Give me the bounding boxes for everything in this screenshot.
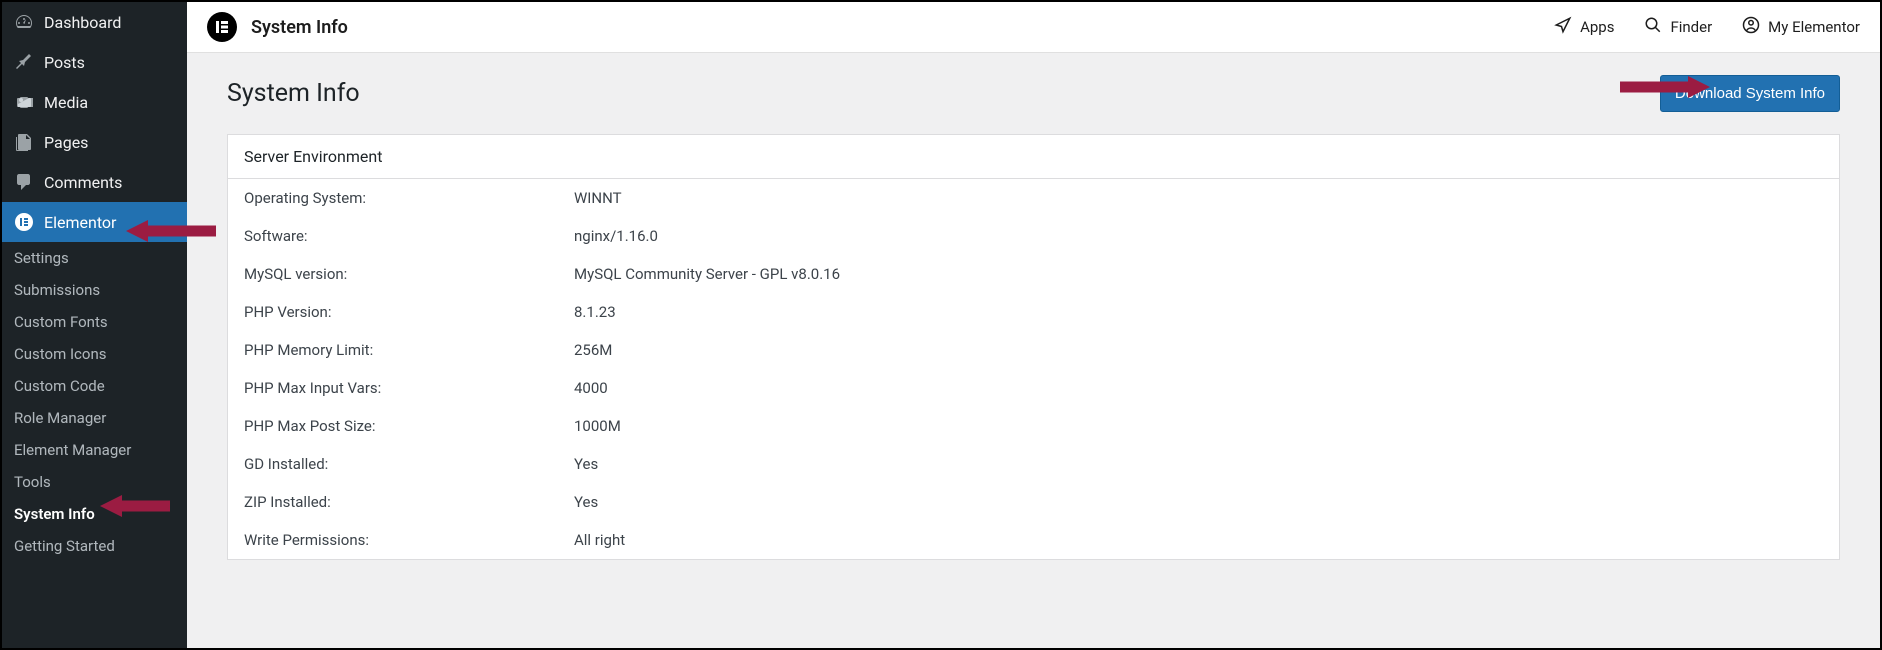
info-label: Software: xyxy=(244,227,574,245)
info-label: GD Installed: xyxy=(244,455,574,473)
sidebar-item-media[interactable]: Media xyxy=(2,82,187,122)
info-value: Yes xyxy=(574,455,598,473)
sidebar-sub-submissions[interactable]: Submissions xyxy=(2,274,187,306)
info-value: 8.1.23 xyxy=(574,303,616,321)
info-row: PHP Version:8.1.23 xyxy=(228,293,1839,331)
sidebar-sub-system-info[interactable]: System Info xyxy=(2,498,187,530)
topbar-link-label: Apps xyxy=(1580,18,1614,36)
page-title: System Info xyxy=(227,79,360,108)
main-area: System Info Apps Finder xyxy=(187,2,1880,648)
info-row: Write Permissions:All right xyxy=(228,521,1839,559)
topbar-left: System Info xyxy=(207,12,348,42)
info-row: MySQL version:MySQL Community Server - G… xyxy=(228,255,1839,293)
download-system-info-button[interactable]: Download System Info xyxy=(1660,75,1840,112)
comment-icon xyxy=(14,172,34,192)
panel-title: Server Environment xyxy=(228,135,1839,179)
info-row: PHP Max Post Size:1000M xyxy=(228,407,1839,445)
sidebar-sub-element-manager[interactable]: Element Manager xyxy=(2,434,187,466)
info-label: PHP Max Post Size: xyxy=(244,417,574,435)
info-row: GD Installed:Yes xyxy=(228,445,1839,483)
elementor-icon xyxy=(14,212,34,232)
info-row: Operating System:WINNT xyxy=(228,179,1839,217)
apps-icon xyxy=(1554,16,1572,38)
info-value: 1000M xyxy=(574,417,621,435)
sidebar-sub-role-manager[interactable]: Role Manager xyxy=(2,402,187,434)
sidebar-sub-getting-started[interactable]: Getting Started xyxy=(2,530,187,562)
topbar-right: Apps Finder My Elementor xyxy=(1554,16,1860,38)
sidebar-sub-custom-fonts[interactable]: Custom Fonts xyxy=(2,306,187,338)
info-value: WINNT xyxy=(574,189,622,207)
info-label: Write Permissions: xyxy=(244,531,574,549)
elementor-logo-icon xyxy=(207,12,237,42)
pages-icon xyxy=(14,132,34,152)
info-label: PHP Max Input Vars: xyxy=(244,379,574,397)
content: System Info Download System Info Server … xyxy=(187,53,1880,648)
search-icon xyxy=(1644,16,1662,38)
sidebar-item-label: Dashboard xyxy=(44,13,121,32)
sidebar-item-elementor[interactable]: Elementor xyxy=(2,202,187,242)
topbar-link-finder[interactable]: Finder xyxy=(1644,16,1712,38)
pin-icon xyxy=(14,52,34,72)
topbar-link-apps[interactable]: Apps xyxy=(1554,16,1614,38)
info-value: 256M xyxy=(574,341,612,359)
sidebar-item-dashboard[interactable]: Dashboard xyxy=(2,2,187,42)
media-icon xyxy=(14,92,34,112)
topbar-link-label: Finder xyxy=(1670,18,1712,36)
sidebar-item-label: Media xyxy=(44,93,88,112)
topbar-link-my-elementor[interactable]: My Elementor xyxy=(1742,16,1860,38)
info-label: PHP Version: xyxy=(244,303,574,321)
sidebar-item-posts[interactable]: Posts xyxy=(2,42,187,82)
topbar-link-label: My Elementor xyxy=(1768,18,1860,36)
info-value: All right xyxy=(574,531,625,549)
sidebar-sub-custom-code[interactable]: Custom Code xyxy=(2,370,187,402)
info-label: Operating System: xyxy=(244,189,574,207)
dashboard-icon xyxy=(14,12,34,32)
sidebar-item-label: Elementor xyxy=(44,213,116,232)
sidebar-item-label: Comments xyxy=(44,173,122,192)
info-value: MySQL Community Server - GPL v8.0.16 xyxy=(574,265,840,283)
info-value: 4000 xyxy=(574,379,608,397)
sidebar-sub-tools[interactable]: Tools xyxy=(2,466,187,498)
sidebar-item-comments[interactable]: Comments xyxy=(2,162,187,202)
server-environment-panel: Server Environment Operating System:WINN… xyxy=(227,134,1840,560)
info-label: PHP Memory Limit: xyxy=(244,341,574,359)
topbar: System Info Apps Finder xyxy=(187,2,1880,53)
info-row: Software:nginx/1.16.0 xyxy=(228,217,1839,255)
info-row: PHP Max Input Vars:4000 xyxy=(228,369,1839,407)
admin-sidebar: Dashboard Posts Media Pages Comments xyxy=(2,2,187,648)
sidebar-item-pages[interactable]: Pages xyxy=(2,122,187,162)
info-label: ZIP Installed: xyxy=(244,493,574,511)
info-row: PHP Memory Limit:256M xyxy=(228,331,1839,369)
info-row: ZIP Installed:Yes xyxy=(228,483,1839,521)
info-label: MySQL version: xyxy=(244,265,574,283)
topbar-title: System Info xyxy=(251,17,348,38)
sidebar-item-label: Posts xyxy=(44,53,85,72)
sidebar-item-label: Pages xyxy=(44,133,88,152)
info-value: nginx/1.16.0 xyxy=(574,227,658,245)
sidebar-sub-settings[interactable]: Settings xyxy=(2,242,187,274)
page-header: System Info Download System Info xyxy=(227,75,1840,112)
info-rows: Operating System:WINNTSoftware:nginx/1.1… xyxy=(228,179,1839,559)
sidebar-sub-custom-icons[interactable]: Custom Icons xyxy=(2,338,187,370)
user-icon xyxy=(1742,16,1760,38)
info-value: Yes xyxy=(574,493,598,511)
